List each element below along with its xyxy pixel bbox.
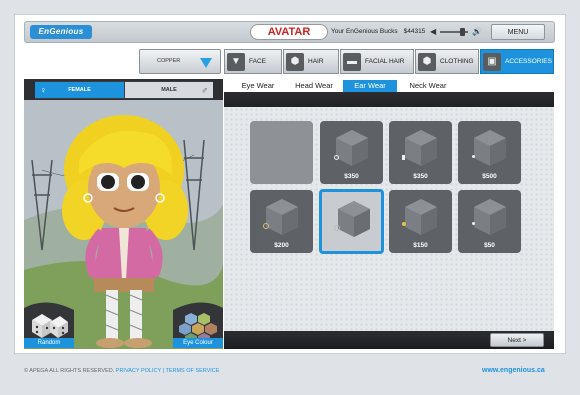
item-price: $50 <box>484 242 495 249</box>
bucks-value: $44315 <box>403 28 426 35</box>
female-button[interactable]: ♀ FEMALE <box>35 82 124 98</box>
items-header-strip <box>224 92 554 107</box>
male-label: MALE <box>161 87 177 93</box>
earring-icon <box>472 155 475 158</box>
volume-slider-handle[interactable] <box>460 28 465 36</box>
chevron-down-icon <box>200 58 212 68</box>
tab-clothing-label: CLOTHING <box>440 58 474 65</box>
gender-toggle: ♀ FEMALE MALE ♂ <box>35 81 213 99</box>
item-cube-icon <box>474 199 506 235</box>
item-cube-icon <box>405 199 437 235</box>
item-card[interactable]: $200 <box>250 190 313 253</box>
facial-hair-icon: ▬ <box>343 53 361 71</box>
earring-icon <box>334 225 340 231</box>
tab-clothing[interactable]: ⬢ CLOTHING <box>415 49 479 74</box>
item-cube-icon <box>336 130 368 166</box>
item-price: $350 <box>344 173 359 180</box>
privacy-policy-link[interactable]: PRIVACY POLICY <box>116 368 161 374</box>
eye-colour-label: Eye Colour <box>173 338 223 348</box>
item-slot-empty[interactable] <box>250 121 313 184</box>
color-dropdown-value: COPPER <box>157 58 181 64</box>
earring-icon <box>402 155 405 160</box>
random-button[interactable]: Random <box>24 300 74 348</box>
earring-icon <box>263 223 269 229</box>
face-icon: ▼ <box>227 53 245 71</box>
bucks-display: Your EnGenious Bucks $44315 <box>331 28 425 35</box>
tab-facial-hair[interactable]: ▬ FACIAL HAIR <box>340 49 414 74</box>
earring-icon <box>334 155 339 160</box>
terms-of-service-link[interactable]: TERMS OF SERVICE <box>165 368 219 374</box>
footer-separator: | <box>162 368 165 374</box>
item-price: $150 <box>413 242 428 249</box>
item-card[interactable]: $50 <box>458 190 521 253</box>
hair-icon: ⬢ <box>286 53 304 71</box>
accessories-icon: ▣ <box>483 53 501 71</box>
eye-colour-button[interactable]: Eye Colour <box>173 300 223 348</box>
item-card[interactable]: $350 <box>320 121 383 184</box>
tab-face-label: FACE <box>249 58 266 65</box>
item-card-selected[interactable] <box>319 189 384 254</box>
footer-legal: © APEGA ALL RIGHTS RESERVED. PRIVACY POL… <box>24 368 219 374</box>
engenious-logo[interactable]: EnGenious <box>30 25 92 39</box>
subtab-ear-wear[interactable]: Ear Wear <box>343 80 397 92</box>
tab-hair-label: HAIR <box>308 58 324 65</box>
item-grid: $350 $350 $500 $200 $150 $50 <box>224 107 554 332</box>
female-icon: ♀ <box>40 85 47 95</box>
copyright-text: © APEGA ALL RIGHTS RESERVED. <box>24 368 115 374</box>
male-button[interactable]: MALE ♂ <box>125 82 213 98</box>
item-cube-icon <box>474 130 506 166</box>
item-card[interactable]: $500 <box>458 121 521 184</box>
category-tabs: ▼ FACE ⬢ HAIR ▬ FACIAL HAIR ⬢ CLOTHING ▣… <box>224 49 554 74</box>
male-icon: ♂ <box>201 85 208 95</box>
bucks-label: Your EnGenious Bucks <box>331 28 398 35</box>
item-price: $500 <box>482 173 497 180</box>
subcategory-tabs: Eye Wear Head Wear Ear Wear Neck Wear <box>224 80 554 92</box>
tab-accessories[interactable]: ▣ ACCESSORIES <box>480 49 554 74</box>
item-cube-icon <box>405 130 437 166</box>
page-title: AVATAR <box>250 24 328 40</box>
tab-face[interactable]: ▼ FACE <box>224 49 282 74</box>
item-cube-icon <box>338 201 370 237</box>
menu-button[interactable]: MENU <box>491 24 545 40</box>
subtab-eye-wear[interactable]: Eye Wear <box>232 80 284 92</box>
subtab-neck-wear[interactable]: Neck Wear <box>402 80 454 92</box>
item-cube-icon <box>266 199 298 235</box>
tab-hair[interactable]: ⬢ HAIR <box>283 49 339 74</box>
earring-icon <box>472 222 475 225</box>
clothing-icon: ⬢ <box>418 53 436 71</box>
tab-facial-hair-label: FACIAL HAIR <box>365 58 405 65</box>
color-dropdown[interactable]: COPPER <box>139 49 221 74</box>
item-card[interactable]: $350 <box>389 121 452 184</box>
female-label: FEMALE <box>68 87 91 93</box>
tab-accessories-label: ACCESSORIES <box>505 58 552 65</box>
item-price: $200 <box>274 242 289 249</box>
next-button[interactable]: Next > <box>490 333 544 347</box>
item-card[interactable]: $150 <box>389 190 452 253</box>
subtab-head-wear[interactable]: Head Wear <box>288 80 340 92</box>
site-link[interactable]: www.engenious.ca <box>482 367 545 374</box>
item-price: $350 <box>413 173 428 180</box>
random-label: Random <box>24 338 74 348</box>
volume-high-icon: 🔊 <box>472 27 482 36</box>
volume-control[interactable]: ◀ 🔊 <box>430 27 482 37</box>
earring-icon <box>402 222 406 226</box>
volume-low-icon: ◀ <box>430 27 437 36</box>
